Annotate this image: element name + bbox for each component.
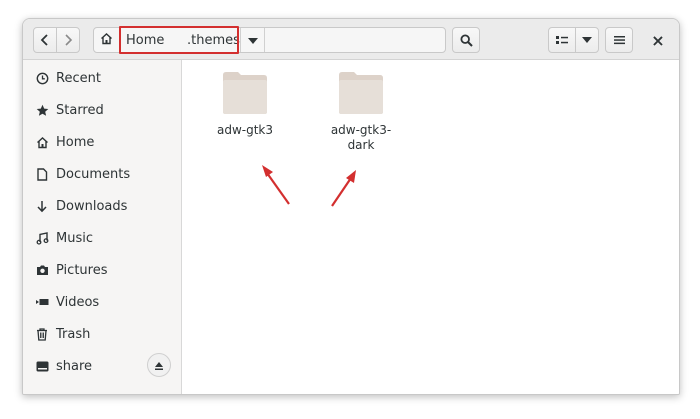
sidebar-item-label: Starred (56, 102, 104, 118)
path-bar: Home .themes (93, 27, 446, 53)
search-button[interactable] (452, 27, 480, 53)
hamburger-menu-icon (613, 35, 625, 45)
path-divider (264, 28, 265, 52)
folder-label: adw-gtk3-dark (330, 123, 392, 152)
home-icon (100, 32, 113, 49)
path-home-icon-button[interactable] (94, 28, 118, 52)
file-manager-window: Home .themes × Recent Starred Home Docum… (22, 18, 680, 395)
sidebar-item-label: Documents (56, 166, 131, 182)
trash-icon (35, 327, 49, 341)
forward-button[interactable] (56, 27, 80, 53)
sidebar-item-documents[interactable]: Documents (23, 159, 181, 189)
arrow-to-adw-gtk3-dark (331, 170, 356, 207)
path-crumb-themes[interactable]: .themes (187, 28, 240, 52)
folder-label: adw-gtk3 (216, 123, 274, 137)
sidebar-item-starred[interactable]: Starred (23, 95, 181, 125)
triangle-down-icon (582, 37, 592, 43)
search-icon (459, 33, 473, 47)
music-icon (35, 231, 49, 245)
folder-icon (321, 71, 401, 115)
sidebar-item-label: Downloads (56, 198, 128, 214)
sidebar-item-downloads[interactable]: Downloads (23, 191, 181, 221)
sidebar-item-label: share (56, 358, 93, 374)
sidebar-item-label: Pictures (56, 262, 108, 278)
header-bar: Home .themes × (23, 19, 679, 60)
path-crumb-home[interactable]: Home (126, 28, 164, 52)
eject-button[interactable] (147, 353, 171, 377)
list-view-icon (556, 35, 568, 45)
star-icon (35, 103, 49, 117)
chevron-right-icon (63, 34, 73, 46)
document-icon (35, 167, 49, 181)
sidebar-item-music[interactable]: Music (23, 223, 181, 253)
view-mode-button[interactable] (548, 27, 576, 53)
home-icon (35, 135, 49, 149)
chevron-left-icon (40, 34, 50, 46)
sidebar-item-label: Music (56, 230, 93, 246)
path-dropdown-button[interactable] (240, 28, 264, 52)
file-view: adw-gtk3 adw-gtk3-dark (182, 60, 679, 394)
download-icon (35, 199, 49, 213)
sidebar-item-label: Home (56, 134, 95, 150)
sidebar-item-pictures[interactable]: Pictures (23, 255, 181, 285)
arrow-to-adw-gtk3 (262, 165, 290, 205)
sidebar-item-home[interactable]: Home (23, 127, 181, 157)
sidebar-item-recent[interactable]: Recent (23, 63, 181, 93)
sidebar-item-label: Recent (56, 70, 101, 86)
drive-icon (35, 359, 49, 373)
folder-item-adw-gtk3[interactable]: adw-gtk3 (205, 71, 285, 138)
sidebar: Recent Starred Home Documents Downloads (23, 60, 182, 394)
sidebar-item-trash[interactable]: Trash (23, 319, 181, 349)
video-icon (35, 295, 49, 309)
main-menu-button[interactable] (605, 27, 633, 53)
folder-item-adw-gtk3-dark[interactable]: adw-gtk3-dark (321, 71, 401, 153)
folder-icon (205, 71, 285, 115)
camera-icon (35, 263, 49, 277)
close-button[interactable]: × (645, 27, 671, 53)
back-button[interactable] (33, 27, 57, 53)
sidebar-item-label: Videos (56, 294, 100, 310)
clock-icon (35, 71, 49, 85)
triangle-down-icon (247, 33, 258, 48)
eject-icon (154, 356, 164, 375)
close-icon: × (651, 30, 665, 50)
view-options-dropdown[interactable] (575, 27, 599, 53)
sidebar-item-label: Trash (56, 326, 91, 342)
sidebar-item-videos[interactable]: Videos (23, 287, 181, 317)
